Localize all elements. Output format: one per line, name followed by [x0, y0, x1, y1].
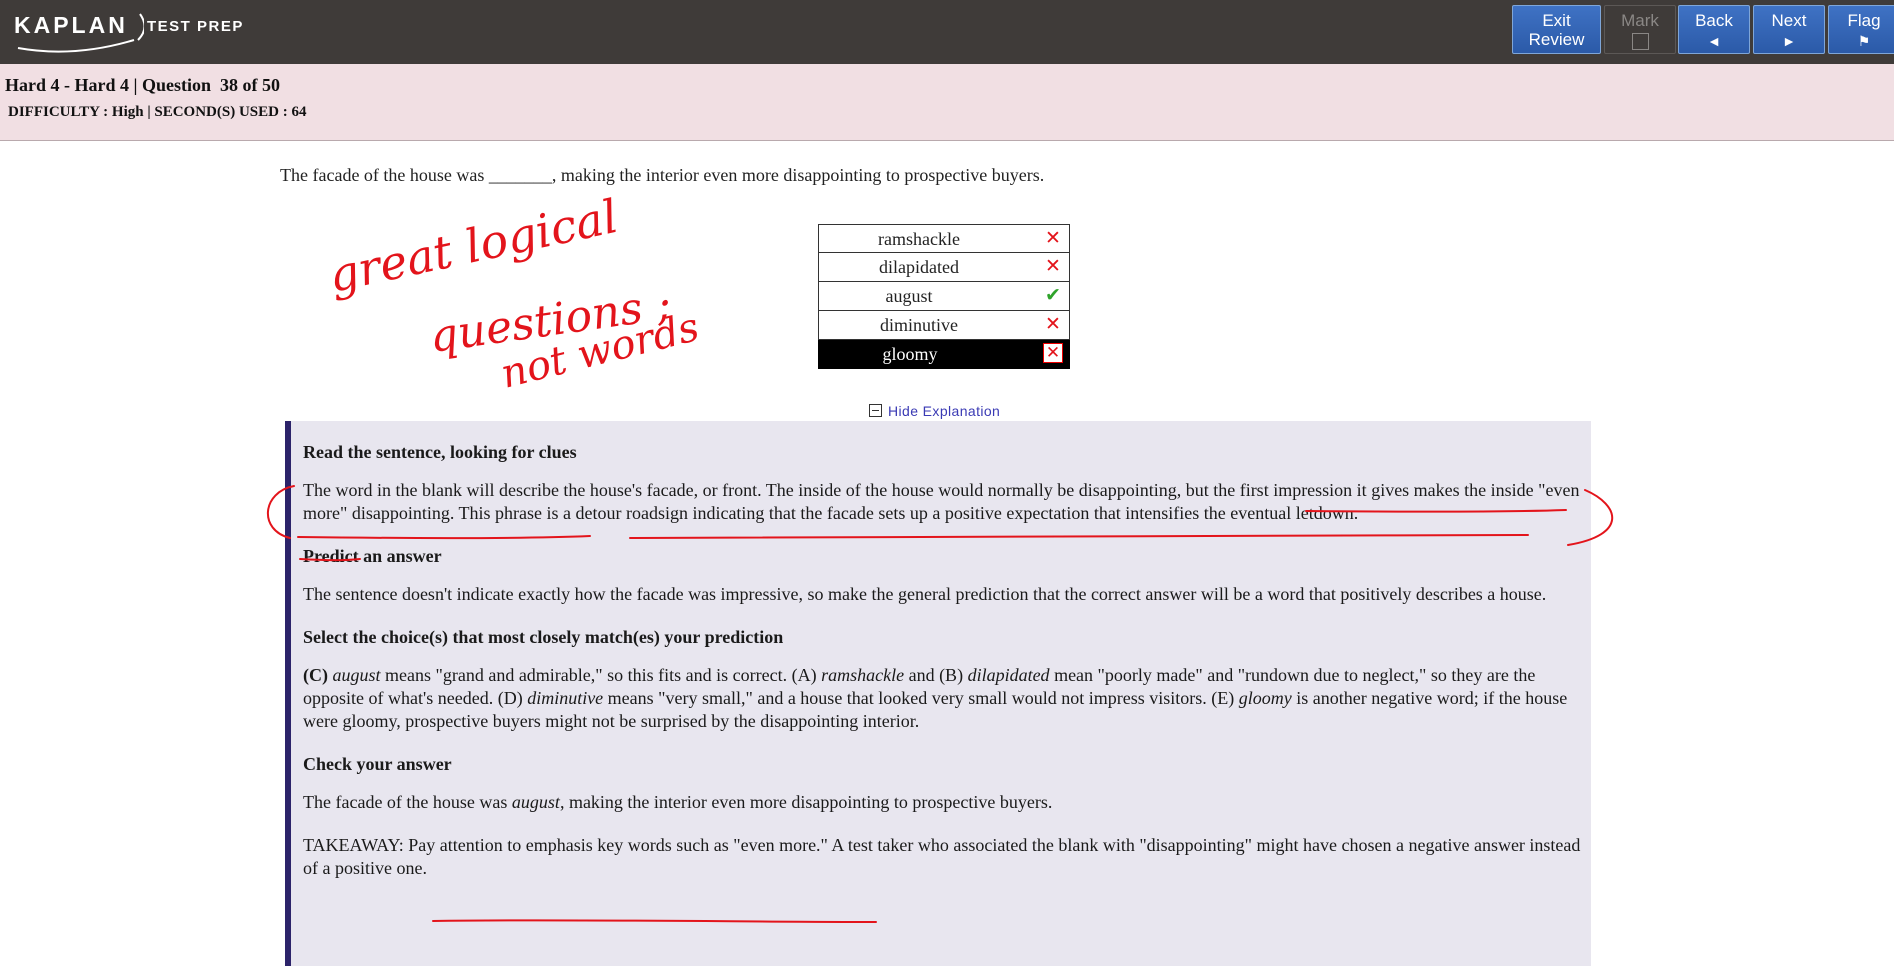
question-meta: DIFFICULTY : High | SECOND(S) USED : 64	[8, 104, 307, 120]
explanation-paragraph-4: The facade of the house was august, maki…	[303, 792, 1053, 812]
flag-button[interactable]: Flag ⚑	[1828, 5, 1894, 54]
question-stem: The facade of the house was _______, mak…	[280, 165, 1045, 185]
exit-review-button[interactable]: Exit Review	[1512, 5, 1601, 54]
question-header: Hard 4 - Hard 4 | Question 38 of 50 DIFF…	[0, 64, 1894, 141]
explanation-panel: Read the sentence, looking for clues The…	[285, 421, 1591, 966]
flag-icon: ⚑	[1857, 33, 1871, 49]
collapse-icon	[869, 404, 882, 417]
top-bar: KAPLAN TEST PREP Exit Review Mark Back ◄…	[0, 0, 1894, 64]
handwriting-line-1: great logical	[324, 189, 622, 303]
hide-explanation-link[interactable]: Hide Explanation	[869, 403, 1000, 419]
next-button[interactable]: Next ►	[1753, 5, 1825, 54]
back-button[interactable]: Back ◄	[1678, 5, 1750, 54]
correct-check-icon: ✔	[1045, 284, 1061, 306]
back-arrow-icon: ◄	[1707, 33, 1721, 49]
handwriting-line-3: not words	[496, 304, 703, 398]
question-title: Hard 4 - Hard 4 | Question 38 of 50	[5, 75, 280, 95]
choice-gloomy[interactable]: gloomy ✕	[818, 340, 1070, 369]
incorrect-x-icon: ✕	[1045, 313, 1061, 335]
explanation-paragraph-1: The word in the blank will describe the …	[303, 480, 1580, 523]
handwriting-line-2: questions ;	[426, 279, 674, 363]
explanation-paragraph-3: (C) august means "grand and admirable," …	[303, 665, 1568, 731]
explanation-heading-3: Select the choice(s) that most closely m…	[303, 627, 784, 647]
choice-dilapidated[interactable]: dilapidated ✕	[818, 253, 1070, 282]
explanation-heading-4: Check your answer	[303, 754, 452, 774]
choice-august[interactable]: august ✔	[818, 282, 1070, 311]
mark-button[interactable]: Mark	[1604, 5, 1676, 54]
logo-text: KAPLAN	[14, 12, 128, 38]
incorrect-x-icon: ✕	[1045, 255, 1061, 277]
incorrect-x-icon: ✕	[1045, 227, 1061, 249]
takeaway-paragraph: TAKEAWAY: Pay attention to emphasis key …	[303, 835, 1581, 878]
mark-checkbox[interactable]	[1631, 33, 1649, 50]
explanation-heading-2: Predict an answer	[303, 546, 442, 566]
choice-diminutive[interactable]: diminutive ✕	[818, 311, 1070, 340]
answer-choices: ramshackle ✕ dilapidated ✕ august ✔ dimi…	[818, 224, 1070, 369]
explanation-paragraph-2: The sentence doesn't indicate exactly ho…	[303, 584, 1547, 604]
choice-ramshackle[interactable]: ramshackle ✕	[818, 224, 1070, 253]
explanation-heading-1: Read the sentence, looking for clues	[303, 442, 577, 462]
next-arrow-icon: ►	[1782, 33, 1796, 49]
logo-subtext: TEST PREP	[147, 18, 244, 35]
incorrect-x-icon: ✕	[1043, 343, 1063, 363]
